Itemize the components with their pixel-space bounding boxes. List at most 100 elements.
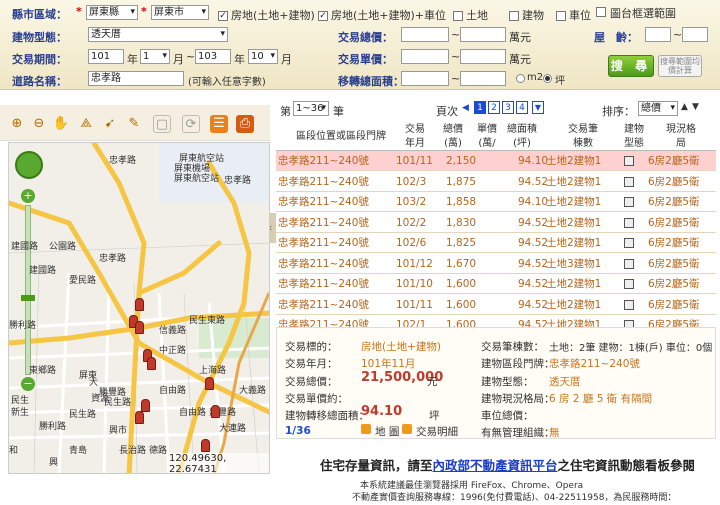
building-type-icon[interactable] [624,176,634,187]
transaction-marker-icon[interactable] [135,411,144,424]
pan-hand-icon[interactable]: ✋ [52,115,70,133]
page-link[interactable]: 2 [488,101,500,114]
table-row[interactable]: 忠孝路211~240號 103/2 1,858 94.10 土地2建物1 6房2廳5衛 [276,192,716,212]
col-date[interactable]: 交易年月 [401,123,429,151]
area-min-input[interactable] [401,71,449,86]
print-icon[interactable]: ⎙ [236,115,254,133]
town-select[interactable]: 屏東市 [151,5,209,20]
col-area[interactable]: 總面積(坪) [506,123,538,151]
building-type-select[interactable]: 透天厝 [88,27,228,42]
building-type-icon[interactable] [624,156,634,166]
average-price-button[interactable]: 搜尋範圍均價計算 [658,55,702,77]
checkbox[interactable] [509,11,519,21]
period-from-year[interactable]: 101 [88,49,124,64]
pointer-icon[interactable]: ➹ [101,115,119,133]
col-price[interactable]: 總價(萬) [439,123,467,151]
identify-icon[interactable]: ✎ [125,115,143,133]
page-link[interactable]: 1 [474,101,486,114]
clear-icon[interactable]: ⟳ [182,115,200,133]
col-building-type[interactable]: 建物型態 [620,123,648,151]
radio-ping[interactable] [543,74,552,83]
table-row[interactable]: 忠孝路211~240號 102/2 1,830 94.52 土地2建物1 6房2廳5衛 [276,213,716,233]
table-row[interactable]: 忠孝路211~240號 101/11 2,150 94.10 土地2建物1 6房2廳5衛 [276,151,716,171]
radio-m2[interactable] [516,74,525,83]
building-type-icon[interactable] [624,279,634,289]
map-link-icon[interactable] [361,424,371,434]
transaction-marker-icon[interactable] [141,399,150,412]
building-type-icon[interactable] [624,197,634,207]
page-link[interactable]: 4 [516,101,528,114]
cell-addr[interactable]: 忠孝路211~240號 [278,233,369,253]
transaction-marker-icon[interactable] [135,321,144,334]
col-count[interactable]: 交易筆棟數 [566,123,600,151]
building-type-icon[interactable] [624,217,634,228]
age-max-input[interactable] [682,27,708,42]
map-view[interactable]: + − 屏東航空站 屏東機場 屏東航空站 忠孝路 忠孝路 忠孝路 建國路 公園路 建國路 愛民路民… [8,142,270,474]
unit-price-max-input[interactable] [460,49,506,64]
search-button[interactable]: 搜 尋 [608,55,654,77]
measure-icon[interactable]: ⟁ [77,115,95,133]
detail-link[interactable]: 交易明細 [416,424,458,439]
table-row[interactable]: 忠孝路211~240號 101/10 1,600 94.52 土地2建物1 6房2廳5衛 [276,274,716,294]
sort-asc-icon[interactable]: ▲ [681,102,688,112]
cell-addr[interactable]: 忠孝路211~240號 [278,151,369,171]
road-input[interactable]: 忠孝路 [88,71,184,86]
area-max-input[interactable] [460,71,506,86]
building-type-icon[interactable] [624,238,634,248]
sort-select[interactable]: 總價 [638,101,678,116]
platform-link[interactable]: 內政部不動產資訊平台 [433,458,558,473]
zoom-slider[interactable] [25,205,31,375]
table-row[interactable]: 忠孝路211~240號 101/12 1,670 94.52 土地3建物1 6房2廳5衛 [276,254,716,274]
type-option[interactable]: 房地(土地+建物) [218,7,315,23]
transaction-marker-icon[interactable] [211,405,220,418]
total-price-max-input[interactable] [460,27,506,42]
table-row[interactable]: 忠孝路211~240號 101/11 1,600 94.52 土地2建物1 6房2廳5衛 [276,295,716,315]
type-option[interactable]: 土地 [453,7,488,23]
sort-desc-icon[interactable]: ▼ [692,102,699,112]
cell-addr[interactable]: 忠孝路211~240號 [278,172,369,192]
checkbox[interactable] [556,11,566,21]
county-select[interactable]: 屏東縣 [86,5,138,20]
transaction-marker-icon[interactable] [201,439,210,452]
transaction-marker-icon[interactable] [205,377,214,390]
col-address[interactable]: 區段位置或區段門牌 [286,130,396,144]
checkbox[interactable] [218,11,228,21]
next-page-icon[interactable]: ▼ [532,101,544,114]
cell-addr[interactable]: 忠孝路211~240號 [278,192,369,212]
period-to-month[interactable]: 10 [248,49,278,64]
checkbox[interactable] [318,11,328,21]
pan-control[interactable] [15,151,43,179]
unit-price-min-input[interactable] [401,49,449,64]
transaction-marker-icon[interactable] [135,298,144,311]
checkbox[interactable] [453,11,463,21]
transaction-marker-icon[interactable] [147,357,156,370]
cell-addr[interactable]: 忠孝路211~240號 [278,254,369,274]
cell-addr[interactable]: 忠孝路211~240號 [278,295,369,315]
map-link[interactable]: 地 圖 [375,424,399,439]
cell-addr[interactable]: 忠孝路211~240號 [278,213,369,233]
range-select[interactable]: 1~36 [293,101,329,116]
table-row[interactable]: 忠孝路211~240號 102/3 1,875 94.52 土地2建物1 6房2廳5衛 [276,172,716,192]
zoom-out-icon[interactable]: ⊖ [30,115,48,133]
map-select-checkbox[interactable] [596,7,606,17]
type-option[interactable]: 房地(土地+建物)+車位 [318,7,446,23]
zoom-plus-icon[interactable]: + [21,189,35,203]
table-row[interactable]: 忠孝路211~240號 102/6 1,825 94.52 土地2建物1 6房2廳5衛 [276,233,716,253]
period-to-year[interactable]: 103 [195,49,231,64]
zoom-minus-icon[interactable]: − [21,377,35,391]
zoom-handle[interactable] [21,295,35,301]
age-min-input[interactable] [645,27,671,42]
page-link[interactable]: 3 [502,101,514,114]
period-from-month[interactable]: 1 [140,49,170,64]
total-price-min-input[interactable] [401,27,449,42]
layers-icon[interactable]: ☰ [210,115,228,133]
select-box-icon[interactable]: ▢ [153,115,171,133]
cell-addr[interactable]: 忠孝路211~240號 [278,274,369,294]
prev-page-icon[interactable]: ◀ [462,103,469,113]
type-option[interactable]: 建物 [509,7,544,23]
type-option[interactable]: 車位 [556,7,591,23]
building-type-icon[interactable] [624,299,634,310]
building-type-icon[interactable] [624,258,634,269]
col-layout[interactable]: 現況格局 [666,123,696,151]
detail-link-icon[interactable] [402,424,412,434]
